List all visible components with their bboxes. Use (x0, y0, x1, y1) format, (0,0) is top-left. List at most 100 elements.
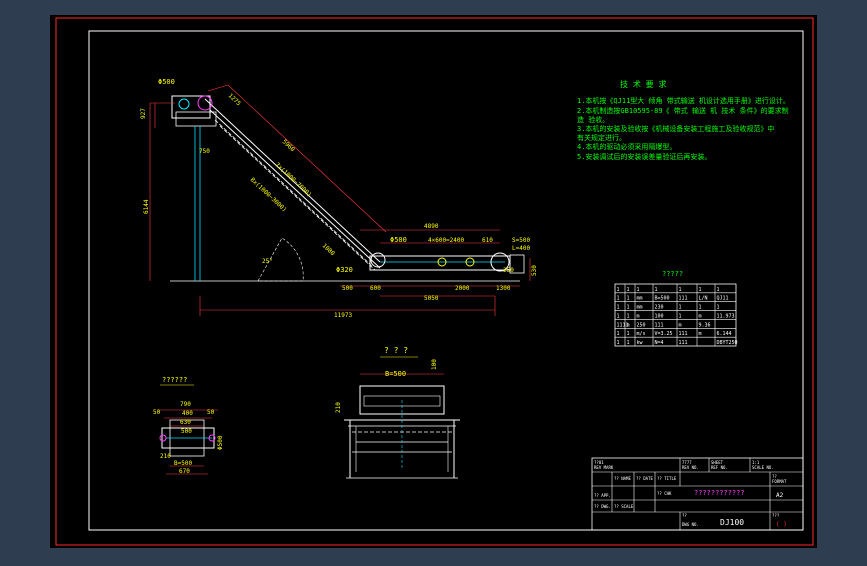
label-l-400: L=400 (512, 245, 530, 252)
param-cell: mm (637, 305, 643, 311)
param-cell: 1 (617, 287, 620, 293)
param-cell: 1 (617, 313, 620, 319)
tb-r1d: REV NO. (682, 465, 699, 470)
tb-r1f: REF NO. (711, 465, 728, 470)
param-cell: 111 (679, 340, 688, 346)
note-line: 造 验收。 (577, 115, 609, 124)
tb-r4c: DJ100 (720, 518, 744, 527)
param-cell: 1 (617, 296, 620, 302)
dim-b500: B=500 (174, 460, 192, 467)
tb-r3b: ?? DWG. (594, 504, 611, 509)
notes-heading: 技 术 要 求 (620, 79, 666, 89)
tb-r2d: ???????????? (694, 489, 745, 497)
param-cell: 1 (627, 331, 630, 337)
param-cell: m (637, 313, 640, 319)
tb-r1b: REV MARK (594, 465, 614, 470)
dim-750: 750 (199, 148, 210, 155)
param-cell: 1 (655, 287, 658, 293)
dim-phi500: Φ500 (217, 435, 224, 450)
note-line: 4.本机的驱动必须采用隔爆型。 (577, 142, 676, 151)
param-cell: 1 (699, 305, 702, 311)
dim-600: 600 (370, 285, 381, 292)
param-cell: L/N (699, 296, 708, 302)
param-cell: 1 (717, 305, 720, 311)
dim-50-left: 50 (153, 409, 161, 416)
tb-r3a: ?? APP. (594, 493, 611, 498)
param-cell: 230 (655, 305, 664, 311)
label-angle: 25° (262, 258, 273, 265)
dim-11973: 11973 (334, 312, 352, 319)
param-cell: V=3.25 (655, 331, 673, 337)
tb-r2g: A2 (776, 492, 784, 499)
param-cell: 11.973 (717, 313, 735, 319)
tb-r4d: ??? (772, 513, 780, 518)
dim-927: 927 (140, 108, 147, 119)
dim-50-right: 50 (207, 409, 215, 416)
param-cell: DBYT250 (717, 340, 738, 346)
param-cell: 1 (679, 287, 682, 293)
param-cell: 6.144 (717, 331, 732, 337)
dim-500-top: 500 (181, 428, 192, 435)
param-cell: m (699, 331, 702, 337)
param-cell: 250 (637, 322, 646, 328)
param-cell: 9.36 (699, 322, 711, 328)
param-cell: 1 (627, 305, 630, 311)
dim-500-bottom: 500 (342, 285, 353, 292)
tb-r2f: FORMAT (772, 479, 787, 484)
dim-5050: 5050 (424, 295, 439, 302)
param-table-title: ????? (662, 270, 683, 278)
drawing-sheet (50, 15, 817, 548)
param-cell: m (627, 322, 630, 328)
dim-2000: 2000 (455, 285, 470, 292)
param-cell: 1 (679, 305, 682, 311)
label-spacing: 4×600=2400 (428, 237, 465, 244)
dim-6144: 6144 (143, 199, 150, 214)
label-pulley-500: Φ500 (390, 236, 407, 244)
end-dim-100: 100 (431, 359, 438, 370)
dim-790: 790 (180, 401, 191, 408)
label-s-500: S=500 (512, 237, 530, 244)
tb-r4b: DWG NO. (682, 522, 699, 527)
param-cell: N=4 (655, 340, 664, 346)
label-tail-pulley: Φ320 (336, 266, 353, 274)
tb-r1h: SCALE NO. (752, 465, 774, 470)
param-cell: B=500 (655, 296, 670, 302)
note-line: 1.本机按《QJ11型大 倾角 带式输送 机设计选用手册》进行设计。 (577, 96, 790, 105)
label-head-pulley: Φ500 (158, 78, 175, 86)
param-cell: m/s (637, 331, 646, 337)
param-cell: 1 (627, 313, 630, 319)
param-cell: 1 (617, 340, 620, 346)
param-cell: 100 (655, 313, 664, 319)
dim-530: 530 (531, 265, 538, 276)
end-view-title: ? ? ? (384, 346, 408, 355)
end-dim-b500: B=500 (385, 370, 406, 378)
param-cell: 1 (627, 340, 630, 346)
dim-630: 630 (180, 419, 191, 426)
dim-400: 400 (182, 410, 193, 417)
param-cell: 1 (627, 296, 630, 302)
dim-250: 250 (503, 267, 514, 274)
param-cell: 111 (679, 296, 688, 302)
param-cell: 1 (617, 331, 620, 337)
end-dim-210: 210 (335, 402, 342, 413)
param-cell: m (679, 322, 682, 328)
tb-r3c: ?? CHK (657, 491, 672, 496)
tb-r3d: ?? SCALE (614, 504, 634, 509)
param-cell: QJ11 (717, 296, 729, 302)
cad-viewport[interactable]: Φ500 927 1275 5960 750 6144 7x(1000~7000… (0, 0, 867, 562)
param-cell: 1 (699, 287, 702, 293)
param-cell: 1 (717, 287, 720, 293)
dim-610: 610 (482, 237, 493, 244)
tb-r4a: ?? (682, 513, 687, 518)
tb-r2c: ?? TITLE (657, 476, 677, 481)
tb-r4e: ( ) (776, 521, 787, 528)
param-cell: 111 (679, 331, 688, 337)
section-view-title: ?????? (162, 376, 187, 384)
dim-670: 670 (179, 468, 190, 475)
tb-r2b: ?? DATE (636, 476, 653, 481)
note-line: 5.安装调试后的安装误差量验证后再安装。 (577, 152, 711, 161)
param-cell: 1 (617, 305, 620, 311)
param-cell: 1 (637, 287, 640, 293)
dim-210: 210 (160, 453, 171, 460)
note-line: 2.本机制造按GB10595-89《 带式 输送 机 技术 条件》的要求制 (577, 106, 789, 115)
